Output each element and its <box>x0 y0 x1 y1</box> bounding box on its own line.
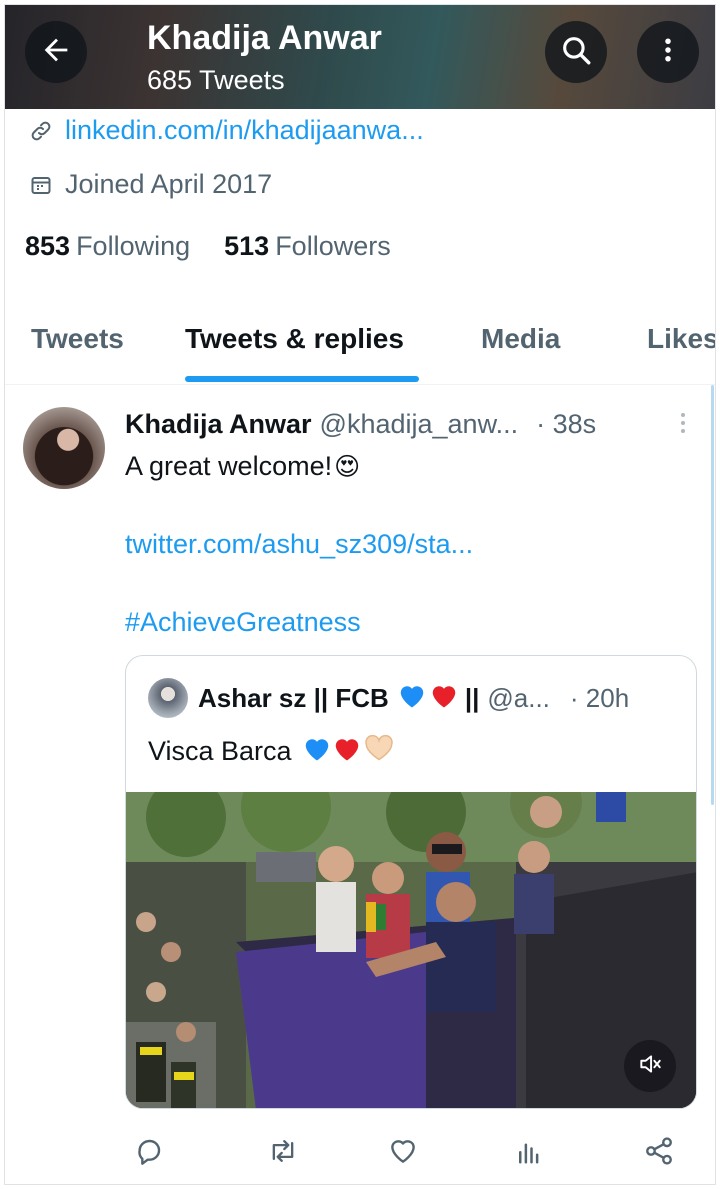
profile-joined-text: Joined April 2017 <box>65 169 273 199</box>
calendar-icon <box>27 171 55 199</box>
tweet-action-bar <box>5 1125 715 1184</box>
link-icon <box>27 117 55 145</box>
quoted-tweet-card[interactable]: Ashar sz || FCB || @a... · 20h Visca Bar… <box>125 655 697 1109</box>
search-icon <box>559 33 593 72</box>
analytics-button[interactable] <box>511 1135 547 1171</box>
like-button[interactable] <box>385 1135 421 1171</box>
more-dot-icon <box>681 413 685 417</box>
reply-button[interactable] <box>131 1135 167 1171</box>
following-label: Following <box>76 231 191 261</box>
arrow-left-icon <box>39 33 73 72</box>
volume-mute-icon <box>637 1051 663 1082</box>
following-link[interactable]: 853 Following <box>25 231 190 262</box>
share-icon <box>643 1135 675 1172</box>
profile-header: Khadija Anwar 685 Tweets <box>5 5 715 109</box>
profile-tabs: Tweets Tweets & replies Media Likes <box>5 305 715 385</box>
more-vertical-icon <box>653 35 683 70</box>
share-button[interactable] <box>641 1135 677 1171</box>
tweet-text-row: A great welcome! 😍 <box>125 451 360 482</box>
tab-likes[interactable]: Likes <box>647 323 715 355</box>
more-dot-icon <box>681 421 685 425</box>
tweet-more-button[interactable] <box>675 407 691 439</box>
search-button[interactable] <box>545 21 607 83</box>
retweet-button[interactable] <box>265 1135 301 1171</box>
red-heart-icon <box>429 681 459 716</box>
more-dot-icon <box>681 429 685 433</box>
tweet-header: Khadija Anwar @khadija_anw... · 38s <box>125 409 685 440</box>
tweet-author-name[interactable]: Khadija Anwar <box>125 409 312 440</box>
blue-heart-icon <box>397 681 427 716</box>
retweet-icon <box>266 1135 300 1172</box>
scrollbar-thumb[interactable] <box>711 385 714 805</box>
following-count: 853 <box>25 231 71 261</box>
quoted-author-name: Ashar sz || FCB <box>198 682 389 713</box>
tweet-author-handle[interactable]: @khadija_anw... <box>320 409 519 440</box>
analytics-icon <box>514 1135 544 1172</box>
quoted-media-video[interactable] <box>126 792 696 1108</box>
followers-link[interactable]: 513 Followers <box>224 231 391 262</box>
quoted-text: Visca Barca <box>148 736 292 766</box>
tweet-timestamp[interactable]: · 38s <box>536 409 596 440</box>
app-frame: Khadija Anwar 685 Tweets linkedin.com/in… <box>4 4 716 1185</box>
quoted-timestamp: · 20h <box>569 682 630 713</box>
active-tab-indicator <box>185 376 419 382</box>
tab-media[interactable]: Media <box>481 323 560 355</box>
tweet-hashtag[interactable]: #AchieveGreatness <box>125 607 361 638</box>
back-button[interactable] <box>25 21 87 83</box>
header-name: Khadija Anwar <box>147 19 382 57</box>
quoted-text-row: Visca Barca <box>148 734 396 769</box>
tweet-text: A great welcome! <box>125 451 333 481</box>
quoted-author-avatar <box>148 678 188 718</box>
quoted-author-handle: @a... <box>487 682 550 713</box>
quoted-author-name-suffix: || <box>464 682 480 713</box>
celebration-parade-image <box>126 792 696 1108</box>
follow-stats: 853 Following 513 Followers <box>25 231 391 262</box>
tab-tweets-and-replies[interactable]: Tweets & replies <box>185 323 404 355</box>
profile-website-link[interactable]: linkedin.com/in/khadijaanwa... <box>65 115 424 146</box>
reply-icon <box>133 1135 165 1172</box>
more-options-button[interactable] <box>637 21 699 83</box>
blue-heart-icon <box>302 734 332 769</box>
quoted-tweet-header: Ashar sz || FCB || @a... · 20h <box>148 678 629 718</box>
profile-website-row[interactable]: linkedin.com/in/khadijaanwa... <box>27 115 424 146</box>
mute-toggle-button[interactable] <box>624 1040 676 1092</box>
tweet-link[interactable]: twitter.com/ashu_sz309/sta... <box>125 529 473 560</box>
tweet-author-avatar[interactable] <box>23 407 105 489</box>
profile-joined-row: Joined April 2017 <box>27 169 272 200</box>
tab-tweets[interactable]: Tweets <box>31 323 124 355</box>
red-heart-icon <box>332 734 362 769</box>
like-icon <box>387 1135 419 1172</box>
header-tweet-count: 685 Tweets <box>147 65 285 95</box>
heart-eyes-emoji: 😍 <box>334 452 361 481</box>
followers-label: Followers <box>275 231 391 261</box>
followers-count: 513 <box>224 231 270 261</box>
heart-hands-icon <box>362 734 396 769</box>
